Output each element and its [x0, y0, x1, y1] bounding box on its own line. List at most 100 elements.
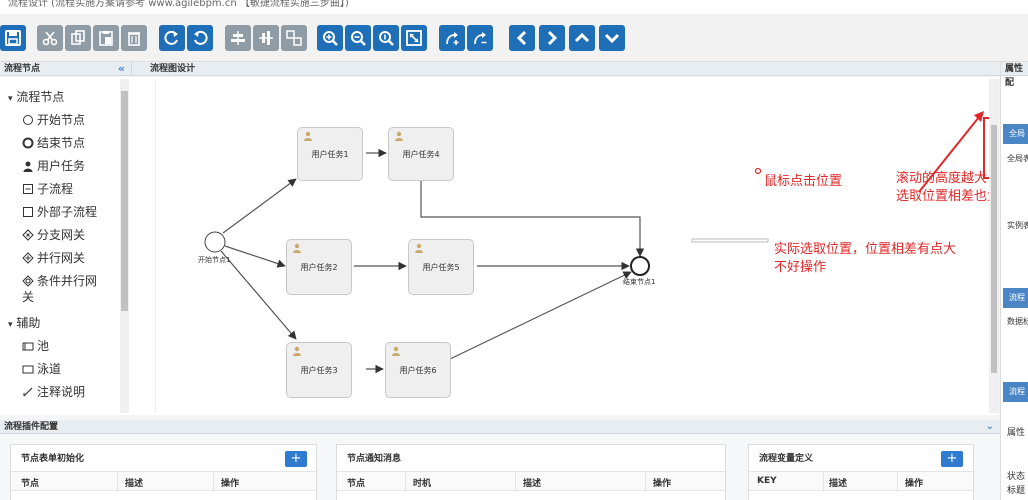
- tree-item-label: 子流程: [37, 182, 74, 196]
- start-event-label: 开始节点1: [198, 256, 231, 264]
- right-field-4: 属性: [1007, 428, 1026, 438]
- column-header: 描述: [125, 479, 144, 489]
- collapse-icon[interactable]: «: [118, 62, 125, 76]
- right-field-3: 数据标: [1007, 317, 1028, 326]
- tree-item-subprocess[interactable]: 子流程: [22, 181, 73, 197]
- click-marker: [754, 167, 762, 175]
- right-tab-process-2[interactable]: 流程: [1003, 382, 1028, 402]
- cut-button[interactable]: [37, 25, 63, 51]
- zoom-reset-icon: [379, 31, 394, 46]
- undo-button[interactable]: [187, 25, 213, 51]
- bottom-panel-title: 流程插件配置: [4, 422, 59, 432]
- tree-group-nodes[interactable]: ▾ 流程节点: [8, 89, 64, 107]
- tree-item-wrap: 关: [22, 289, 34, 305]
- move-right-button[interactable]: [539, 25, 565, 51]
- edge-task6-end[interactable]: [449, 271, 632, 360]
- tree-item-end[interactable]: 结束节点: [22, 135, 85, 151]
- align-center-button[interactable]: [225, 25, 251, 51]
- tree-item-label: 分支网关: [37, 228, 86, 242]
- node-task1[interactable]: 用户任务1: [297, 127, 363, 181]
- circle-icon: [22, 114, 34, 126]
- fit-button[interactable]: [401, 25, 427, 51]
- group-button[interactable]: [281, 25, 307, 51]
- save-button[interactable]: [0, 25, 26, 51]
- node-label: 用户任务1: [311, 150, 349, 159]
- node-task4[interactable]: 用户任务4: [388, 127, 454, 181]
- node-task5[interactable]: 用户任务5: [408, 239, 474, 295]
- annotation-actual-1: 实际选取位置，位置相差有点大: [774, 242, 957, 257]
- tree-item-exclusive-gateway[interactable]: 分支网关: [22, 227, 85, 243]
- link-add-icon: [446, 32, 459, 45]
- user-icon: [395, 131, 403, 141]
- node-task6[interactable]: 用户任务6: [385, 342, 451, 398]
- pencil-icon: [22, 386, 34, 398]
- tree-item-parallel-gateway[interactable]: 并行网关: [22, 250, 85, 266]
- node-label: 用户任务6: [399, 366, 437, 375]
- canvas-scrollbar[interactable]: [989, 79, 999, 413]
- tree-item-pool[interactable]: 池: [22, 338, 49, 354]
- user-icon: [22, 160, 34, 172]
- start-event[interactable]: [204, 231, 226, 253]
- tree-item-inclusive-gateway[interactable]: 条件并行网: [22, 273, 97, 289]
- undo-icon: [194, 30, 208, 45]
- edge-start-task1[interactable]: [222, 178, 297, 234]
- tree-item-user-task[interactable]: 用户任务: [22, 158, 85, 174]
- move-down-button[interactable]: [599, 25, 625, 51]
- right-tab-global[interactable]: 全局: [1003, 124, 1028, 144]
- trash-icon: [128, 32, 140, 46]
- chevron-down-icon: [604, 33, 620, 44]
- left-scrollbar-thumb[interactable]: [121, 91, 128, 311]
- zoom-in-button[interactable]: [317, 25, 343, 51]
- tree-group-aux[interactable]: ▾ 辅助: [8, 315, 40, 333]
- align-middle-icon: [259, 31, 273, 45]
- column-header: 节点: [21, 479, 40, 489]
- end-event[interactable]: [630, 256, 650, 276]
- node-task3[interactable]: 用户任务3: [286, 342, 352, 398]
- move-left-button[interactable]: [509, 25, 535, 51]
- toolbar: [0, 14, 1028, 62]
- panel-variables-title: 流程变量定义: [759, 454, 814, 464]
- minus-square-icon: [22, 183, 34, 195]
- left-scrollbar[interactable]: [120, 79, 129, 413]
- node-task2[interactable]: 用户任务2: [286, 239, 352, 295]
- align-middle-button[interactable]: [253, 25, 279, 51]
- link-add-button[interactable]: [439, 25, 465, 51]
- edge-start-task2[interactable]: [224, 245, 286, 268]
- tree-item-label: 用户任务: [37, 159, 86, 173]
- user-icon: [293, 243, 301, 253]
- node-label: 用户任务4: [402, 150, 440, 159]
- move-up-button[interactable]: [569, 25, 595, 51]
- canvas-area[interactable]: 开始节点1 结束节点1 用户任务1 用户任务4 用户任务2 用户任务5 用户任务…: [131, 77, 999, 415]
- canvas-scrollbar-thumb[interactable]: [991, 125, 997, 373]
- tree-item-start[interactable]: 开始节点: [22, 112, 85, 128]
- tree-item-lane[interactable]: 泳道: [22, 361, 61, 377]
- delete-button[interactable]: [121, 25, 147, 51]
- window-title: 流程设计 (流程实施方案请参考 www.agilebpm.cn 【敏捷流程实施三…: [0, 0, 1028, 14]
- redo-icon: [164, 30, 178, 45]
- link-remove-button[interactable]: [467, 25, 493, 51]
- square-icon: [22, 206, 34, 218]
- plus-icon: +: [290, 451, 302, 466]
- selection-ghost: [691, 238, 769, 243]
- right-field-1: 全局表: [1007, 154, 1028, 163]
- add-form-init-button[interactable]: +: [285, 451, 307, 467]
- zoom-reset-button[interactable]: [373, 25, 399, 51]
- collapse-down-icon[interactable]: ⌄: [986, 420, 994, 434]
- diagram-canvas[interactable]: 开始节点1 结束节点1 用户任务1 用户任务4 用户任务2 用户任务5 用户任务…: [155, 79, 999, 413]
- node-label: 用户任务3: [300, 366, 338, 375]
- tree-item-annotation[interactable]: 注释说明: [22, 384, 85, 400]
- lane-icon: [22, 363, 34, 375]
- zoom-out-button[interactable]: [345, 25, 371, 51]
- scissors-icon: [42, 31, 58, 46]
- paste-button[interactable]: [93, 25, 119, 51]
- annotation-scroll-2: 选取位置相差也大: [896, 189, 999, 204]
- right-tab-process-1[interactable]: 流程: [1003, 288, 1028, 308]
- right-field-6: 标题: [1007, 486, 1026, 496]
- edge-start-task3[interactable]: [220, 250, 297, 340]
- redo-button[interactable]: [159, 25, 185, 51]
- table-header: 节点 时机 描述 操作: [337, 471, 725, 492]
- tree-item-external-subprocess[interactable]: 外部子流程: [22, 204, 97, 220]
- add-variable-button[interactable]: +: [941, 451, 963, 467]
- save-icon: [5, 30, 21, 46]
- copy-button[interactable]: [65, 25, 91, 51]
